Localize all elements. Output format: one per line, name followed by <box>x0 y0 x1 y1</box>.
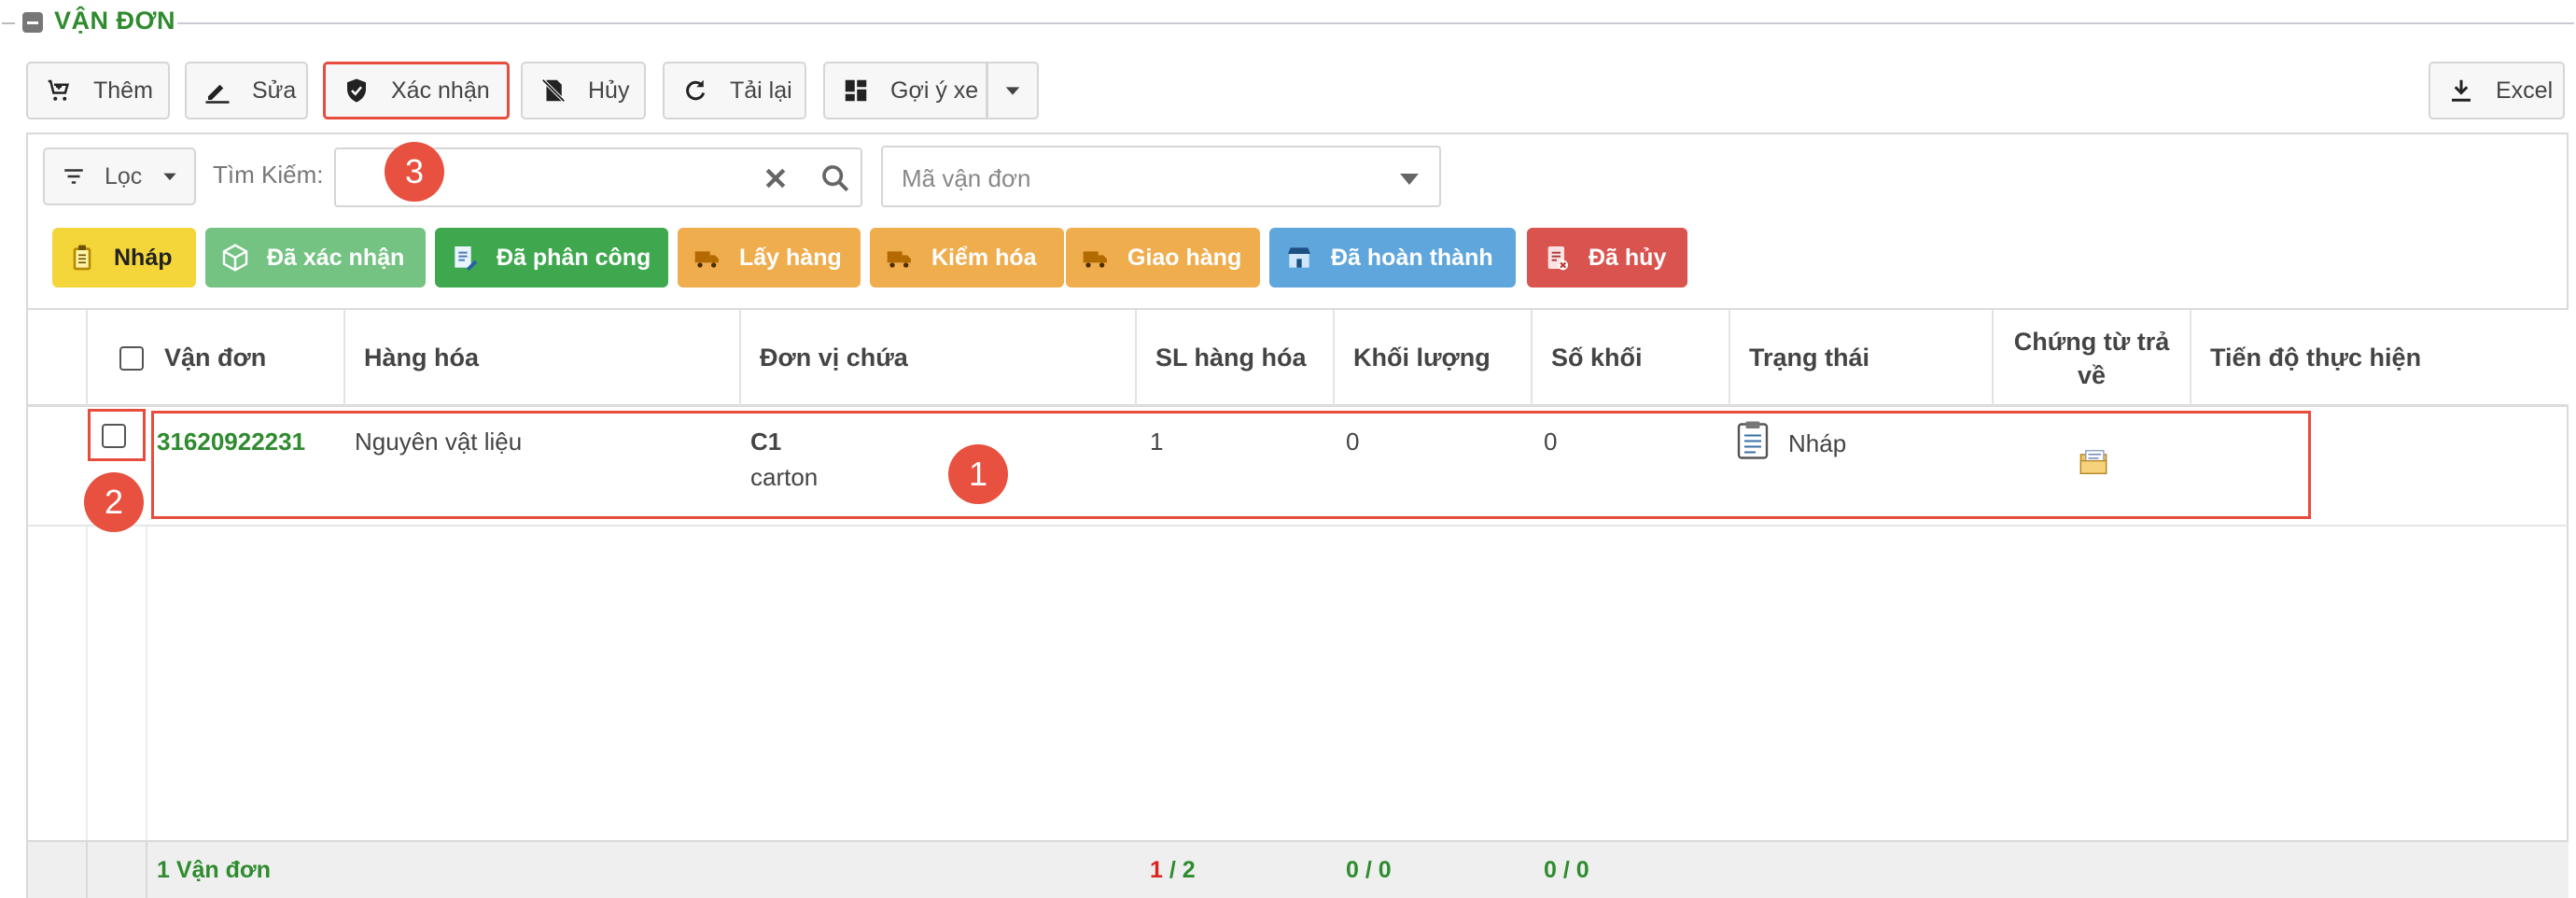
footer-quantity: 1 / 2 <box>1150 857 1196 884</box>
status-chip-label: Lấy hàng <box>739 244 842 271</box>
add-button-label: Thêm <box>93 77 153 104</box>
truck-icon <box>1083 251 1107 268</box>
add-button[interactable]: Thêm <box>26 62 170 119</box>
assign-doc-icon <box>455 246 478 271</box>
refresh-icon <box>686 79 706 101</box>
column-header-return-documents-line1: Chứng từ trả <box>2013 327 2170 356</box>
section-title: VẬN ĐƠN <box>54 7 176 35</box>
filter-button-label: Lọc <box>105 162 143 189</box>
annotation-marker-1: 1 <box>948 444 1008 504</box>
column-header-status[interactable]: Trạng thái <box>1729 310 1992 406</box>
footer-quantity-total: / 2 <box>1162 857 1196 883</box>
status-chip-draft[interactable]: Nháp <box>52 228 196 288</box>
shield-check-icon <box>347 78 366 103</box>
edit-button-label: Sửa <box>252 77 297 104</box>
column-header-quantity[interactable]: SL hàng hóa <box>1135 310 1333 406</box>
footer-volume: 0 / 0 <box>1544 857 1589 883</box>
search-icon[interactable] <box>819 162 851 194</box>
confirm-button[interactable]: Xác nhận <box>323 62 510 119</box>
status-chip-label: Giao hàng <box>1127 244 1242 271</box>
select-all-checkbox[interactable] <box>119 345 144 371</box>
status-chip-assigned[interactable]: Đã phân công <box>435 228 668 288</box>
truck-icon <box>694 251 719 268</box>
clear-icon[interactable] <box>762 164 790 192</box>
clipboard-icon <box>73 245 91 271</box>
caret-down-icon <box>1005 87 1020 95</box>
cancelled-doc-icon <box>1547 246 1568 271</box>
column-divider <box>146 526 147 840</box>
column-header-container-unit[interactable]: Đơn vị chứa <box>739 310 1135 406</box>
status-chip-inspection[interactable]: Kiểm hóa <box>870 228 1064 288</box>
status-chip-label: Đã hủy <box>1589 244 1667 271</box>
footer-divider <box>146 842 147 898</box>
download-icon <box>2452 79 2471 102</box>
footer-divider <box>86 842 88 898</box>
footer-weight: 0 / 0 <box>1346 857 1392 883</box>
column-header-return-documents[interactable]: Chứng từ trả về <box>1992 310 2190 406</box>
suggest-vehicle-button[interactable]: Gợi ý xe <box>823 62 987 119</box>
column-header-progress[interactable]: Tiến độ thực hiện <box>2190 310 2569 406</box>
search-label: Tìm Kiếm: <box>213 161 324 189</box>
dashboard-grid-icon <box>845 79 867 102</box>
status-chip-label: Đã phân công <box>497 244 651 271</box>
annotation-marker-3: 3 <box>385 142 444 202</box>
column-header-goods[interactable]: Hàng hóa <box>343 310 739 406</box>
reload-button[interactable]: Tải lại <box>663 62 806 119</box>
cancel-document-icon <box>541 78 566 103</box>
status-chip-label: Nháp <box>114 244 173 271</box>
select-placeholder: Mã vận đơn <box>902 164 1031 192</box>
truck-icon <box>887 251 911 268</box>
excel-export-button[interactable]: Excel <box>2429 62 2565 119</box>
highlight-checkbox-box <box>88 409 146 461</box>
status-chip-delivery[interactable]: Giao hàng <box>1066 228 1260 288</box>
chevron-down-icon <box>1400 174 1419 185</box>
collapse-icon[interactable] <box>22 12 43 33</box>
waybill-code-select[interactable]: Mã vận đơn <box>881 146 1441 207</box>
caret-down-icon <box>163 173 176 181</box>
status-chip-confirmed[interactable]: Đã xác nhận <box>205 228 426 288</box>
footer-quantity-done: 1 <box>1150 857 1163 883</box>
filter-button[interactable]: Lọc <box>43 147 196 205</box>
edit-button[interactable]: Sửa <box>185 62 308 119</box>
status-chip-completed[interactable]: Đã hoàn thành <box>1269 228 1516 288</box>
status-chip-label: Đã xác nhận <box>267 244 405 271</box>
status-chip-cancelled[interactable]: Đã hủy <box>1527 228 1687 288</box>
column-header-return-documents-line2: về <box>2077 360 2107 389</box>
column-divider <box>86 526 88 840</box>
cart-plus-icon <box>48 79 70 101</box>
column-header-weight[interactable]: Khối lượng <box>1333 310 1531 406</box>
column-header-volume[interactable]: Số khối <box>1531 310 1729 406</box>
divider <box>2 22 15 24</box>
highlight-row-box <box>151 411 2311 519</box>
confirm-button-label: Xác nhận <box>391 77 490 104</box>
status-chip-label: Kiểm hóa <box>931 244 1037 271</box>
cancel-button[interactable]: Hủy <box>521 62 646 119</box>
excel-button-label: Excel <box>2496 77 2554 104</box>
status-chip-pickup[interactable]: Lấy hàng <box>678 228 861 288</box>
suggest-vehicle-label: Gợi ý xe <box>890 77 979 104</box>
box-icon <box>222 244 248 272</box>
pencil-icon <box>205 84 230 104</box>
reload-button-label: Tải lại <box>730 77 792 104</box>
status-chip-label: Đã hoàn thành <box>1331 244 1493 271</box>
annotation-marker-2: 2 <box>84 472 144 532</box>
table-header: Vận đơn Hàng hóa Đơn vị chứa SL hàng hóa… <box>28 308 2569 407</box>
footer-waybill-count: 1 Vận đơn <box>157 857 271 883</box>
section-header: VẬN ĐƠN <box>0 0 2576 47</box>
store-icon <box>1288 247 1310 268</box>
cancel-button-label: Hủy <box>588 77 630 104</box>
table-footer: 1 Vận đơn 1 / 2 0 / 0 0 / 0 <box>28 840 2569 898</box>
suggest-vehicle-dropdown[interactable] <box>987 62 1039 119</box>
filter-lines-icon <box>64 169 83 184</box>
divider <box>177 22 2574 24</box>
